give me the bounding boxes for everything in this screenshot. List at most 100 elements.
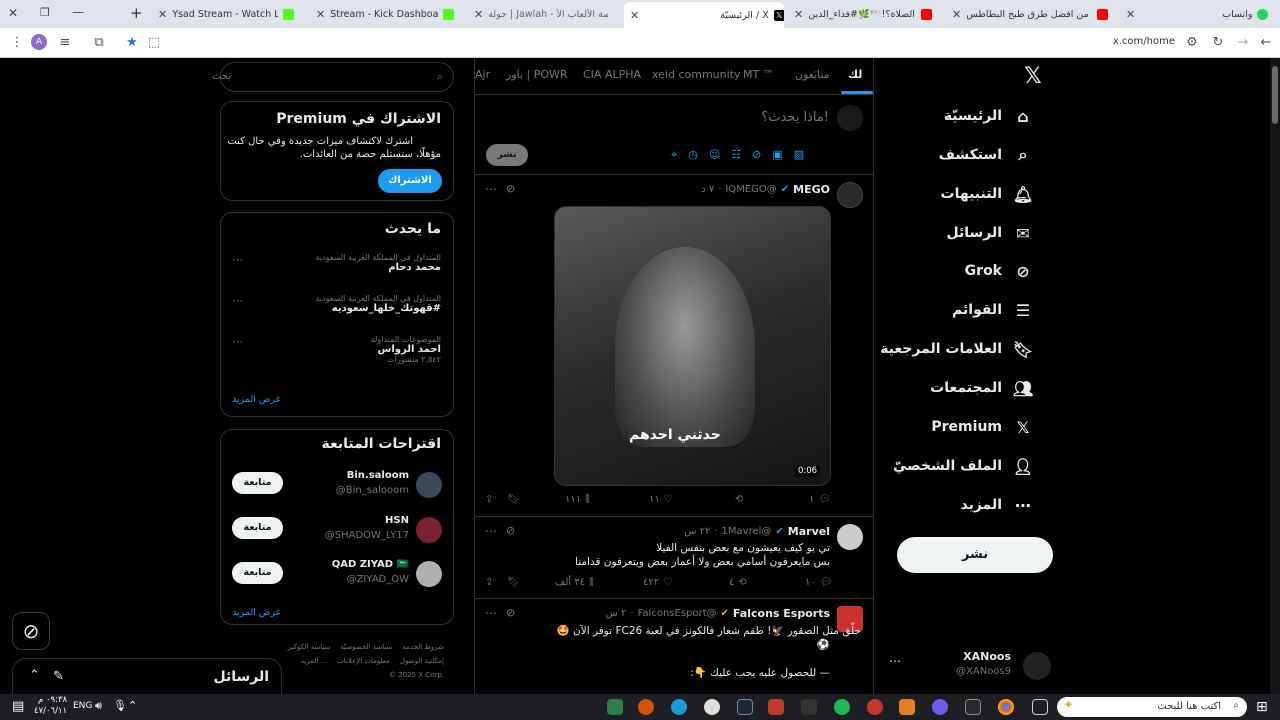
window-minimize-icon[interactable]: — [72,5,84,19]
scrollbar-thumb[interactable] [1272,66,1278,124]
compose-submit-button[interactable]: نشر [486,144,528,166]
tab-mt[interactable]: MT ™ [743,68,774,81]
taskbar-search[interactable]: ⌕ اكتب هنا للبحث ✦ [1057,697,1247,717]
app-icon[interactable] [607,699,623,715]
trend-more-icon[interactable]: ⋯ [232,253,243,266]
tweet-time[interactable]: ٧ د [701,184,714,195]
back-icon[interactable]: ← [1257,34,1275,52]
tab-powr[interactable]: باور | POWR [506,68,568,81]
browser-menu-icon[interactable]: ⋮ [8,34,26,52]
nav-home[interactable]: ⌂ الرئيسيّة [944,101,1032,131]
tab-close-icon[interactable]: ✕ [794,8,803,21]
site-settings-icon[interactable]: ⚙ [1183,34,1201,52]
poll-icon[interactable]: ☷ [731,148,741,162]
tweet-author[interactable]: Falcons Esports [733,607,830,620]
suggestion-name[interactable]: Bin.saloom [347,470,409,481]
account-switcher[interactable]: ⋯ XANoos @XANoos9 [885,650,1055,686]
steam-icon[interactable] [737,699,753,715]
tab-xeid-community[interactable]: xeid community [652,68,741,81]
subscribe-button[interactable]: الاشتراك [378,169,442,193]
forward-icon[interactable]: → [1234,34,1252,52]
reply-button[interactable]: ١ 💬︎ [809,494,831,505]
app-icon[interactable] [899,699,915,715]
tray-chevron-icon[interactable]: ⌃ [128,699,137,712]
grok-icon[interactable]: ⊘ [506,606,515,619]
footer-link[interactable]: سياسة الكوكيز [288,643,331,651]
nav-more[interactable]: ⋯ المزيد [961,490,1033,520]
tab-close-icon[interactable]: ✕ [158,8,167,21]
search-input[interactable]: ⌕ بحث [212,62,454,92]
share-button[interactable]: ⇪ [485,494,493,505]
tab-kick-dashboard[interactable]: ✕ Stream - Kick Dashboard [310,3,460,25]
edge-icon[interactable] [671,699,687,715]
tweet-handle[interactable]: @1Mavrel [722,526,772,537]
extensions-icon[interactable]: ⧉ [90,34,108,52]
bookmark-button[interactable]: 🔖︎ [507,494,520,505]
share-button[interactable]: ⇪ [485,577,493,588]
trends-show-more-link[interactable]: عرض المزيد [232,394,281,405]
grok-icon[interactable]: ⊘ [506,524,515,537]
compose-input[interactable]: ماذا يحدث؟! [761,110,829,125]
retweet-button[interactable]: ⟲ [735,494,743,505]
tweet-handle[interactable]: @FalconsEsport [638,608,717,619]
emoji-icon[interactable]: ☺ [709,148,720,162]
language-indicator[interactable]: ENG [73,701,92,711]
app-icon[interactable] [801,699,817,715]
epic-games-icon[interactable] [965,699,981,715]
tweet-author[interactable]: Marvel [788,525,830,538]
tab-jawlah[interactable]: ✕ جولة | Jawlah - منصة الألعاب الأ [468,3,618,25]
app-icon[interactable] [704,699,720,715]
nav-lists[interactable]: ☰ القوائم [952,295,1032,325]
like-button[interactable]: ١١ ♡ [649,494,673,505]
trend-item[interactable]: المتداول في المملكة العربية السعودية محم… [316,253,441,273]
window-close-icon[interactable]: ✕ [8,6,18,20]
bookmark-button[interactable]: 🔖︎ [507,577,520,588]
app-icon[interactable] [638,699,654,715]
reload-icon[interactable]: ↻ [1209,34,1227,52]
nav-bookmarks[interactable]: 🔖︎ العلامات المرجعية [880,334,1033,364]
trend-item[interactable]: الموضوعات المتداولة احمد الرواس ٢,٥٤٢ من… [371,335,441,364]
footer-link[interactable]: ... المزيد [301,657,328,665]
tab-close-icon[interactable]: ✕ [1126,8,1135,21]
new-message-icon[interactable]: ✎ [53,669,64,684]
screenshot-icon[interactable]: ⬚ [145,34,163,52]
clock[interactable]: ٠٩:٣٨ م ٤٧/٠٦/١١ [34,695,67,717]
tab-prayer-video[interactable]: ✕ تأخير الصلاة؟!🕊️🌿#فداء_الدين [788,3,938,25]
x-logo-icon[interactable]: 𝕏 [1024,64,1042,89]
grok-icon[interactable]: ⊘ [752,148,761,162]
gif-icon[interactable]: ▣ [772,148,782,162]
image-icon[interactable]: ▨ [794,148,804,162]
tweet-video[interactable]: حدثني احدهم 0:06 [554,206,831,486]
tab-close-icon[interactable]: ✕ [474,8,483,21]
like-button[interactable]: ٤٢٢ ♡ [643,577,672,588]
tweet-author[interactable]: MEGO [793,183,830,196]
spotify-icon[interactable] [834,699,850,715]
start-icon[interactable]: ⊞ [1256,699,1268,715]
tab-ajr[interactable]: Ajr [475,68,490,81]
tweet-more-icon[interactable]: ⋯ [485,182,497,196]
suggestion-name[interactable]: HSN [385,515,409,526]
tweet-time[interactable]: ٢٢ س [684,526,710,537]
retweet-button[interactable]: ٤ ⟲ [729,577,747,588]
nav-notifications[interactable]: 🔔︎ التنبيهات [941,179,1034,209]
bookmark-star-icon[interactable]: ★ [123,34,141,52]
app-icon[interactable] [932,699,948,715]
footer-link[interactable]: معلومات الإعلانات [337,657,390,665]
tab-kick-ysad[interactable]: ✕ Ysad Stream - Watch Live on Kic [152,3,300,25]
tweet-more-icon[interactable]: ⋯ [485,606,497,620]
follow-button[interactable]: متابعة [232,472,283,494]
tab-x-home[interactable]: ✕ الرئيسيّة / X 𝕏 [624,2,784,28]
footer-link[interactable]: سياسة الخصوصيّة [340,643,392,651]
tab-potato-video[interactable]: ✕ من افضل طرق طبخ البطاطس [946,3,1114,25]
nav-grok[interactable]: ⊘ Grok [965,256,1032,286]
trend-item[interactable]: المتداول في المملكة العربية السعودية #قه… [316,294,441,314]
nav-profile[interactable]: 👤︎ الملف الشخصيّ [893,451,1033,481]
tweet-handle[interactable]: @IQMEGO [725,184,776,195]
tweet-time[interactable]: ٢ س [606,608,627,619]
tab-close-icon[interactable]: ✕ [316,8,325,21]
new-tab-button[interactable]: + [130,4,143,22]
nav-communities[interactable]: 👥︎ المجتمعات [930,373,1033,403]
views-button[interactable]: ٣٤ ألف ⫼ [555,577,594,588]
tab-close-icon[interactable]: ✕ [630,9,639,22]
suggestion-name[interactable]: QAD ZIYAD 🇸🇦 [332,559,409,570]
